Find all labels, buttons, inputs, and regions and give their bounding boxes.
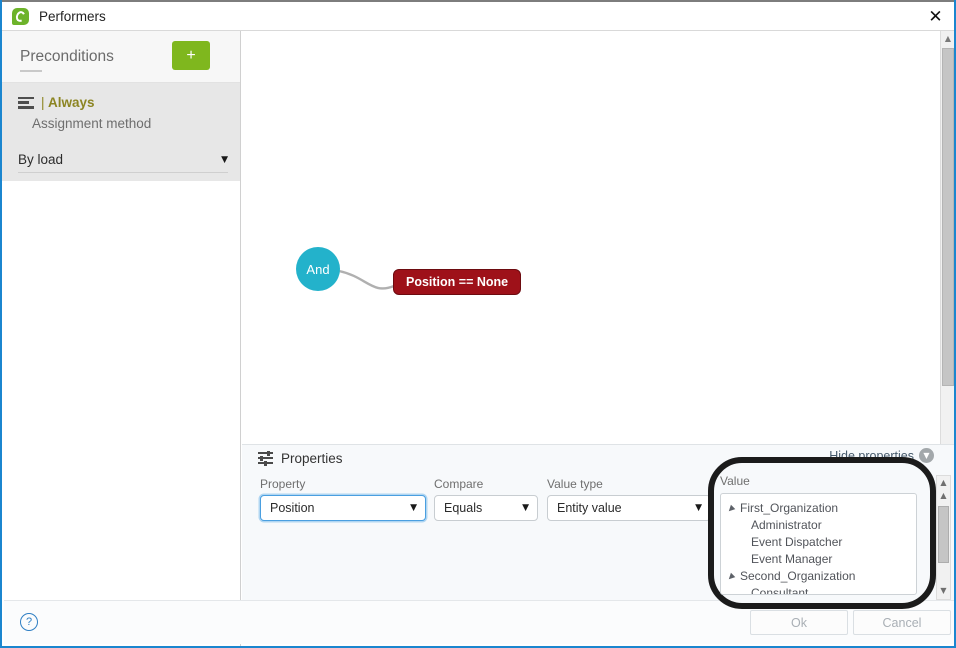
rule-diagram-canvas[interactable]: And Position == None (242, 31, 944, 444)
tree-node-label: Administrator (751, 517, 822, 532)
tree-node-label: First_Organization (740, 500, 839, 515)
chevron-down-icon: ▼ (410, 503, 417, 513)
preconditions-header: Preconditions + (2, 31, 240, 83)
compare-label: Compare (434, 477, 484, 491)
diagram-node-and[interactable]: And (296, 247, 340, 291)
field-value-type: Value type Entity value ▼ (547, 477, 711, 521)
value-type-value: Entity value (557, 501, 622, 515)
value-scrollbar[interactable]: ▲ ▲ ▼ (936, 475, 951, 600)
scroll-up-icon[interactable]: ▲ (941, 31, 954, 46)
tab-preconditions[interactable]: Preconditions (20, 48, 114, 66)
value-label: Value (720, 474, 750, 488)
assignment-method-label: Assignment method (32, 116, 152, 131)
diagram-node-condition[interactable]: Position == None (393, 269, 522, 295)
window-title: Performers (39, 8, 106, 24)
value-scrollbar-thumb[interactable] (938, 506, 949, 563)
cancel-button[interactable]: Cancel (853, 610, 951, 635)
scroll-up-icon[interactable]: ▲ (937, 476, 950, 489)
close-icon[interactable]: ✕ (913, 2, 954, 32)
chevron-down-icon: ▼ (522, 503, 529, 513)
assignment-method-value: By load (18, 152, 64, 167)
field-compare: Compare Equals ▼ (434, 477, 538, 521)
sliders-icon (258, 450, 273, 466)
ok-button[interactable]: Ok (750, 610, 848, 635)
precondition-name: Always (41, 95, 94, 110)
tree-node-label: Consultant (751, 585, 809, 595)
precondition-item-row: Always (2, 83, 240, 110)
tree-node-event-manager[interactable]: Event Manager (721, 550, 916, 567)
tab-active-indicator (20, 70, 42, 72)
properties-title: Properties (281, 450, 343, 466)
canvas-scrollbar-thumb[interactable] (942, 48, 954, 386)
tree-node-event-dispatcher[interactable]: Event Dispatcher (721, 533, 916, 550)
canvas-scrollbar[interactable]: ▲ (940, 31, 954, 444)
property-dropdown[interactable]: Position ▼ (260, 495, 426, 521)
tree-node-first-organization[interactable]: ◀ First_Organization (721, 499, 916, 516)
tree-node-administrator[interactable]: Administrator (721, 516, 916, 533)
expanded-triangle-icon[interactable]: ◀ (725, 569, 738, 583)
add-precondition-button[interactable]: + (172, 41, 210, 70)
app-logo-icon (12, 7, 29, 25)
precondition-item-always[interactable]: Always Assignment method By load ▼ (2, 83, 240, 181)
list-icon (18, 96, 34, 109)
compare-value: Equals (444, 501, 483, 515)
node-connector (338, 269, 395, 290)
chevron-down-icon: ▼ (221, 154, 228, 165)
field-value: Value ◀ First_Organization Administrator… (720, 472, 924, 595)
property-value: Position (270, 501, 315, 515)
property-label: Property (260, 477, 306, 491)
chevron-down-icon: ▼ (695, 503, 702, 513)
sidebar-empty-area (2, 181, 240, 636)
value-type-label: Value type (547, 477, 603, 491)
value-tree-listbox[interactable]: ◀ First_Organization Administrator Event… (720, 493, 917, 595)
performers-dialog: Performers ✕ Preconditions + Always Assi… (0, 0, 956, 648)
tree-node-consultant[interactable]: Consultant (721, 584, 916, 595)
field-property: Property Position ▼ (260, 477, 426, 521)
tree-node-label: Second_Organization (740, 568, 856, 583)
assignment-method-select[interactable]: By load ▼ (18, 147, 228, 173)
expanded-triangle-icon[interactable]: ◀ (725, 501, 738, 515)
compare-dropdown[interactable]: Equals ▼ (434, 495, 538, 521)
chevron-down-circle-icon: ▼ (919, 448, 934, 463)
title-bar: Performers ✕ (2, 0, 954, 32)
value-type-dropdown[interactable]: Entity value ▼ (547, 495, 711, 521)
tree-node-label: Event Dispatcher (751, 534, 843, 549)
tree-node-label: Event Manager (751, 551, 833, 566)
scroll-down-icon[interactable]: ▼ (937, 584, 950, 597)
scroll-up-icon-secondary[interactable]: ▲ (937, 489, 950, 502)
sidebar: Preconditions + Always Assignment method… (2, 31, 241, 646)
tree-node-second-organization[interactable]: ◀ Second_Organization (721, 567, 916, 584)
help-icon[interactable]: ? (20, 613, 38, 631)
